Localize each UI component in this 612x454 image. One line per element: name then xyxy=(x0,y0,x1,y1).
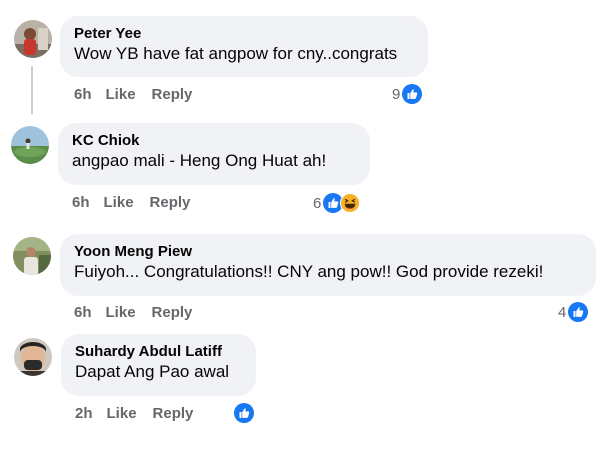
reply-button[interactable]: Reply xyxy=(152,304,193,322)
comment-bubble: KC Chiok angpao mali - Heng Ong Huat ah! xyxy=(58,123,370,185)
comment-time[interactable]: 2h xyxy=(75,405,93,423)
comment-bubble: Peter Yee Wow YB have fat angpow for cny… xyxy=(60,16,428,77)
reaction-summary[interactable]: 9 xyxy=(392,83,423,105)
like-icon xyxy=(568,302,589,322)
reaction-count: 9 xyxy=(392,85,401,103)
comment-actions: 2h Like Reply xyxy=(75,405,209,423)
comment-text: Fuiyoh... Congratulations!! CNY ang pow!… xyxy=(74,262,544,281)
haha-icon xyxy=(340,193,361,213)
avatar-image xyxy=(13,237,51,275)
comment-thread-line xyxy=(31,66,33,114)
avatar[interactable] xyxy=(11,126,49,164)
like-button[interactable]: Like xyxy=(104,194,134,212)
comment-text: angpao mali - Heng Ong Huat ah! xyxy=(72,151,327,170)
like-button[interactable]: Like xyxy=(106,304,136,322)
comment-actions: 6h Like Reply xyxy=(72,194,206,212)
comment-author[interactable]: Yoon Meng Piew xyxy=(74,242,582,261)
comment-author[interactable]: Peter Yee xyxy=(74,24,414,43)
comment-bubble: Suhardy Abdul Latiff Dapat Ang Pao awal xyxy=(61,334,256,396)
comment-author[interactable]: KC Chiok xyxy=(72,131,356,150)
like-button[interactable]: Like xyxy=(107,405,137,423)
reaction-summary[interactable]: 6 xyxy=(313,192,361,214)
avatar-image xyxy=(11,126,49,164)
reaction-count: 4 xyxy=(558,303,567,321)
comment-actions: 6h Like Reply xyxy=(74,86,208,104)
avatar[interactable] xyxy=(13,237,51,275)
reaction-count: 6 xyxy=(313,194,322,212)
reply-button[interactable]: Reply xyxy=(153,405,194,423)
comment-author[interactable]: Suhardy Abdul Latiff xyxy=(75,342,242,361)
avatar[interactable] xyxy=(14,20,52,58)
reaction-summary[interactable] xyxy=(232,402,254,424)
avatar-image xyxy=(14,20,52,58)
reaction-summary[interactable]: 4 xyxy=(558,301,589,323)
avatar-image xyxy=(14,338,52,376)
comment-time[interactable]: 6h xyxy=(74,86,92,104)
comment-actions: 6h Like Reply xyxy=(74,304,208,322)
comment-text: Wow YB have fat angpow for cny..congrats xyxy=(74,44,398,63)
like-icon xyxy=(234,403,254,423)
comment-text: Dapat Ang Pao awal xyxy=(75,362,230,381)
avatar[interactable] xyxy=(14,338,52,376)
comment-time[interactable]: 6h xyxy=(72,194,90,212)
reply-button[interactable]: Reply xyxy=(152,86,193,104)
comment-bubble: Yoon Meng Piew Fuiyoh... Congratulations… xyxy=(60,234,596,296)
like-icon xyxy=(402,84,423,104)
like-button[interactable]: Like xyxy=(106,86,136,104)
reply-button[interactable]: Reply xyxy=(150,194,191,212)
comment-time[interactable]: 6h xyxy=(74,304,92,322)
